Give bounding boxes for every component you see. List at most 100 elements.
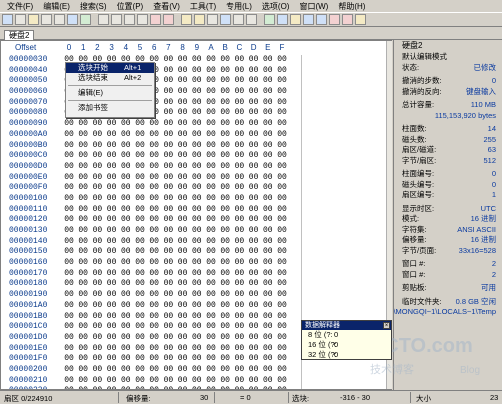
hex-byte[interactable]: 00: [148, 301, 160, 312]
hex-byte[interactable]: 00: [276, 333, 288, 344]
copy-icon[interactable]: [124, 14, 135, 25]
hex-byte[interactable]: 00: [233, 322, 245, 333]
hex-byte[interactable]: 00: [148, 130, 160, 141]
hex-byte[interactable]: 00: [106, 322, 118, 333]
menu-item[interactable]: 帮助(H): [335, 1, 368, 12]
hex-byte[interactable]: 00: [233, 205, 245, 216]
hex-byte[interactable]: 00: [177, 76, 189, 87]
hex-byte[interactable]: 00: [248, 55, 260, 66]
hex-byte[interactable]: 00: [162, 247, 174, 258]
hex-byte[interactable]: 00: [248, 98, 260, 109]
hex-byte[interactable]: 00: [276, 194, 288, 205]
hex-byte[interactable]: 00: [233, 141, 245, 152]
hex-byte[interactable]: 00: [91, 226, 103, 237]
hex-byte[interactable]: 00: [148, 322, 160, 333]
hex-byte[interactable]: 00: [177, 205, 189, 216]
hex-byte[interactable]: 00: [205, 226, 217, 237]
hex-byte[interactable]: 00: [77, 162, 89, 173]
hex-byte[interactable]: 00: [177, 247, 189, 258]
hex-byte[interactable]: 00: [205, 130, 217, 141]
hex-byte[interactable]: 00: [63, 269, 75, 280]
hex-byte[interactable]: 00: [177, 226, 189, 237]
find-icon[interactable]: [181, 14, 192, 25]
hex-byte[interactable]: 00: [205, 55, 217, 66]
hex-byte[interactable]: 00: [91, 162, 103, 173]
hex-byte[interactable]: 00: [63, 119, 75, 130]
hex-byte[interactable]: 00: [205, 301, 217, 312]
hex-byte[interactable]: 00: [262, 365, 274, 376]
hex-byte[interactable]: 00: [162, 301, 174, 312]
hex-byte[interactable]: 00: [106, 162, 118, 173]
hex-byte[interactable]: 00: [248, 344, 260, 355]
hex-byte[interactable]: 00: [77, 344, 89, 355]
hex-byte[interactable]: 00: [120, 269, 132, 280]
hex-byte[interactable]: 00: [134, 141, 146, 152]
hex-byte[interactable]: 00: [63, 322, 75, 333]
hex-byte[interactable]: 00: [248, 151, 260, 162]
hex-byte[interactable]: 00: [191, 215, 203, 226]
hex-byte[interactable]: 00: [63, 365, 75, 376]
hex-byte[interactable]: 00: [248, 173, 260, 184]
properties-icon[interactable]: [54, 14, 65, 25]
hex-byte[interactable]: 00: [191, 269, 203, 280]
hex-byte[interactable]: 00: [219, 215, 231, 226]
hex-byte[interactable]: 00: [77, 290, 89, 301]
hex-byte[interactable]: 00: [106, 344, 118, 355]
hex-byte[interactable]: 00: [148, 237, 160, 248]
hex-byte[interactable]: 00: [91, 279, 103, 290]
hex-byte[interactable]: 00: [276, 279, 288, 290]
hex-byte[interactable]: 00: [276, 237, 288, 248]
hex-byte[interactable]: 00: [262, 130, 274, 141]
hex-byte[interactable]: 00: [162, 87, 174, 98]
hex-byte[interactable]: 00: [162, 76, 174, 87]
hex-byte[interactable]: 00: [262, 162, 274, 173]
hex-byte[interactable]: 00: [177, 322, 189, 333]
hex-byte[interactable]: 00: [148, 183, 160, 194]
hex-byte[interactable]: 00: [205, 76, 217, 87]
hex-byte[interactable]: 00: [120, 215, 132, 226]
hex-byte[interactable]: 00: [276, 151, 288, 162]
hex-byte[interactable]: 00: [219, 141, 231, 152]
hex-byte[interactable]: 00: [106, 205, 118, 216]
hex-byte[interactable]: 00: [63, 226, 75, 237]
hex-byte[interactable]: 00: [162, 98, 174, 109]
hex-byte[interactable]: 00: [262, 87, 274, 98]
hex-byte[interactable]: 00: [262, 322, 274, 333]
hex-byte[interactable]: 00: [219, 119, 231, 130]
hex-byte[interactable]: 00: [106, 365, 118, 376]
hex-byte[interactable]: 00: [120, 183, 132, 194]
hex-byte[interactable]: 00: [63, 141, 75, 152]
hex-byte[interactable]: 00: [177, 141, 189, 152]
find-next-icon[interactable]: [194, 14, 205, 25]
hex-byte[interactable]: 00: [177, 376, 189, 387]
hex-byte[interactable]: 00: [219, 333, 231, 344]
hex-byte[interactable]: 00: [134, 215, 146, 226]
hex-byte[interactable]: 00: [248, 141, 260, 152]
hex-byte[interactable]: 00: [276, 290, 288, 301]
hex-byte[interactable]: 00: [77, 301, 89, 312]
hex-byte[interactable]: 00: [205, 119, 217, 130]
hex-byte[interactable]: 00: [219, 312, 231, 323]
hex-byte[interactable]: 00: [233, 119, 245, 130]
hex-byte[interactable]: 00: [77, 130, 89, 141]
hex-byte[interactable]: 00: [91, 301, 103, 312]
open-disk-icon[interactable]: [67, 14, 78, 25]
hex-byte[interactable]: 00: [77, 141, 89, 152]
hex-byte[interactable]: 00: [233, 162, 245, 173]
hex-byte[interactable]: 00: [134, 258, 146, 269]
hex-byte[interactable]: 00: [262, 354, 274, 365]
hex-byte[interactable]: 00: [276, 130, 288, 141]
hex-byte[interactable]: 00: [205, 205, 217, 216]
hex-byte[interactable]: 00: [219, 365, 231, 376]
calc-icon[interactable]: [246, 14, 257, 25]
hex-byte[interactable]: 00: [91, 365, 103, 376]
hex-byte[interactable]: 00: [219, 130, 231, 141]
hex-byte[interactable]: 00: [148, 151, 160, 162]
hex-byte[interactable]: 00: [91, 237, 103, 248]
hex-byte[interactable]: 00: [248, 333, 260, 344]
hex-byte[interactable]: 00: [148, 205, 160, 216]
save-icon[interactable]: [28, 14, 39, 25]
hex-byte[interactable]: 00: [134, 376, 146, 387]
hex-byte[interactable]: 00: [106, 237, 118, 248]
hex-byte[interactable]: 00: [219, 205, 231, 216]
